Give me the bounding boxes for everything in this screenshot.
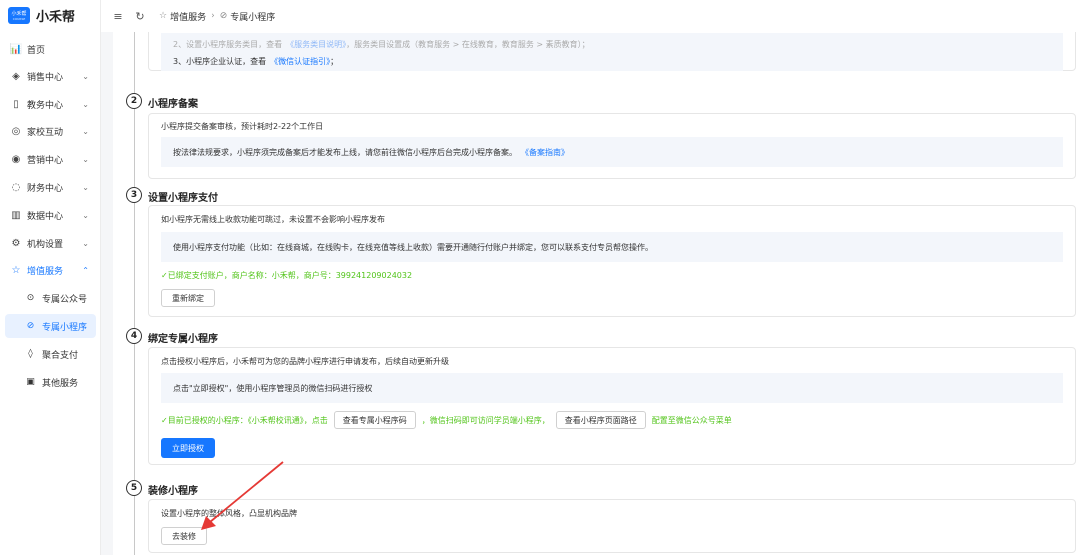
app-name: 小禾帮 [36,10,76,25]
sidebar-item-label: 增值服务 [27,266,64,277]
logo[interactable]: 小禾帮 COURSE 小禾帮 [8,6,75,25]
sidebar-item-label: 首页 [27,45,46,56]
chevron-down-icon: ⌄ [82,71,89,81]
gear-icon: ⚙ [11,237,21,249]
book-icon: ▯ [13,98,19,110]
sidebar-item-label: 家校互动 [27,127,64,138]
chat-icon: ◎ [11,125,21,137]
sidebar-subitem-label: 专属公众号 [42,294,88,305]
logo-mark-sub: COURSE [12,16,26,21]
sidebar-item-label: 教务中心 [27,100,64,111]
refresh-icon[interactable]: ↻ [133,9,147,23]
chevron-up-icon: ⌃ [82,265,89,275]
main-content: 2、设置小程序服务类目，查看 《服务类目说明》，服务类目设置成（教育服务 > 在线… [113,32,1080,555]
sidebar-item-label: 销售中心 [27,72,64,83]
chevron-down-icon: ⌄ [82,126,89,136]
document-icon: ▣ [26,377,35,387]
sidebar-item-academic[interactable]: ▯ 教务中心 ⌄ [0,93,101,115]
coin-icon: ◌ [11,181,21,193]
chevron-down-icon: ⌄ [82,210,89,220]
official-account-icon: ⊙ [26,293,35,303]
star-icon: ☆ [11,264,21,276]
sidebar-item-label: 机构设置 [27,239,64,250]
sidebar-item-value-added[interactable]: ☆ 增值服务 ⌃ [0,259,101,281]
chevron-down-icon: ⌄ [82,182,89,192]
target-icon: ◉ [11,153,21,165]
chart-icon: 📊 [9,43,23,55]
breadcrumb-item-value-added[interactable]: 增值服务 [170,10,206,23]
star-icon: ☆ [159,11,168,21]
annotation-arrow-icon [201,461,284,530]
sidebar-subitem-label: 聚合支付 [42,350,79,361]
sidebar-item-label: 财务中心 [27,183,64,194]
mini-program-icon: ⊘ [219,11,228,21]
breadcrumb-item-mini-program: 专属小程序 [230,12,276,23]
sidebar: 小禾帮 COURSE 小禾帮 📊 首页 ◈ 销售中心 ⌄ ▯ 教务中心 ⌄ ◎ … [0,0,101,555]
layers-icon: ◈ [12,70,20,82]
sidebar-subitem-official-account[interactable]: ⊙ 专属公众号 [5,286,96,310]
sidebar-subitem-label: 其他服务 [42,378,79,389]
sidebar-item-finance[interactable]: ◌ 财务中心 ⌄ [0,176,101,198]
logo-icon: 小禾帮 COURSE [8,7,30,24]
breadcrumb: ☆ 增值服务 › ⊘ 专属小程序 [159,10,275,23]
sidebar-subitem-mini-program[interactable]: ⊘ 专属小程序 [5,314,96,338]
topbar: ≡ ↻ ☆ 增值服务 › ⊘ 专属小程序 [101,0,1080,32]
sidebar-item-sales[interactable]: ◈ 销售中心 ⌄ [0,65,101,87]
sidebar-item-data[interactable]: ▥ 数据中心 ⌄ [0,204,101,226]
chevron-down-icon: ⌄ [82,99,89,109]
sidebar-item-home-school[interactable]: ◎ 家校互动 ⌄ [0,120,101,142]
sidebar-item-label: 营销中心 [27,155,64,166]
sidebar-subitem-payment[interactable]: ◊ 聚合支付 [5,342,96,366]
sidebar-subitem-other[interactable]: ▣ 其他服务 [5,370,96,394]
sidebar-item-label: 数据中心 [27,211,64,222]
sidebar-subitem-label: 专属小程序 [42,322,88,333]
chevron-down-icon: ⌄ [82,154,89,164]
menu-toggle-icon[interactable]: ≡ [111,9,125,23]
mini-program-icon: ⊘ [26,321,35,331]
sidebar-item-settings[interactable]: ⚙ 机构设置 ⌄ [0,232,101,254]
shield-icon: ◊ [28,349,33,359]
sidebar-item-home[interactable]: 📊 首页 [0,38,101,60]
breadcrumb-separator: › [211,11,215,21]
chevron-down-icon: ⌄ [82,238,89,248]
bar-chart-icon: ▥ [11,209,21,221]
sidebar-item-marketing[interactable]: ◉ 营销中心 ⌄ [0,148,101,170]
